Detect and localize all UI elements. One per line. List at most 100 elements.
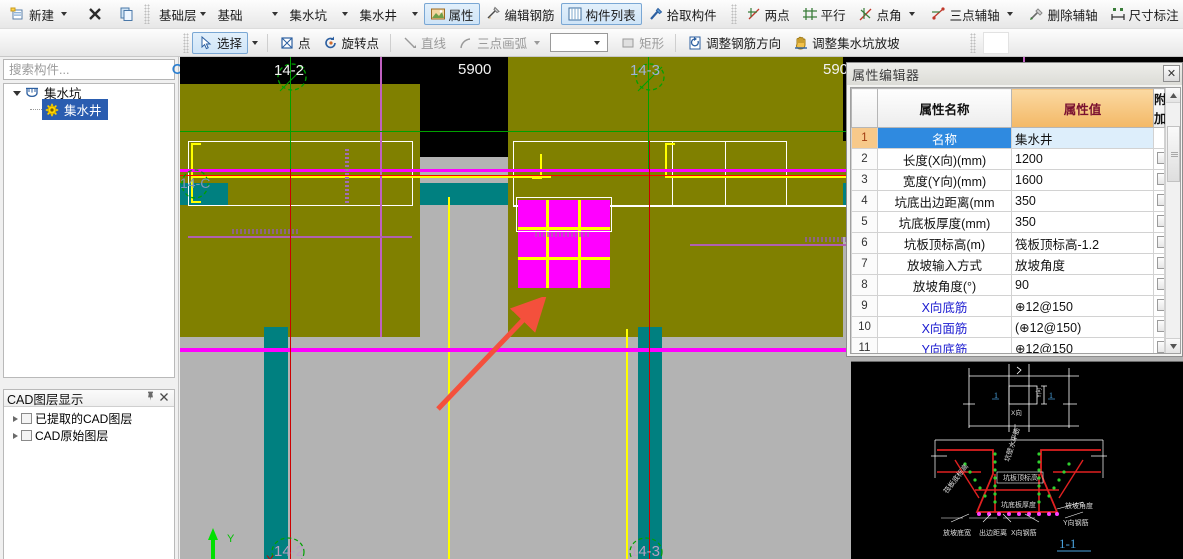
table-row[interactable]: 1 名称 集水井 bbox=[851, 127, 1165, 149]
row-value[interactable]: 350 bbox=[1011, 190, 1154, 212]
table-row[interactable]: 11 Y向底筋 ⊕12@150 bbox=[851, 337, 1165, 353]
tree-node-selected[interactable]: 集水井 bbox=[42, 99, 108, 120]
chevron-down-icon[interactable] bbox=[409, 5, 422, 23]
search-component-box[interactable] bbox=[3, 59, 186, 80]
row-value[interactable]: ⊕12@150 bbox=[1011, 337, 1154, 353]
component-tree[interactable]: 集水坑 集水井 bbox=[3, 83, 175, 378]
addon-checkbox[interactable] bbox=[1157, 256, 1164, 269]
annot-edge-dist: 出边距离 bbox=[979, 528, 1007, 537]
detail-preview-panel[interactable]: 1 1 X向 Y向 坑板顶标高 坑底板厚度 放坡角度 Y向钢筋 X向钢筋 出边距… bbox=[851, 361, 1183, 559]
adjust-sump-slope-button[interactable]: 调整集水坑放坡 bbox=[787, 32, 906, 54]
addon-checkbox[interactable] bbox=[1157, 214, 1164, 227]
rotate-point-button[interactable]: 旋转点 bbox=[317, 32, 386, 54]
addon-checkbox[interactable] bbox=[1157, 193, 1164, 206]
attribute-button[interactable]: 属性 bbox=[423, 3, 480, 25]
chevron-down-icon[interactable] bbox=[197, 5, 210, 23]
property-grid[interactable]: 属性名称 属性值 附加 1 名称 集水井 2 长度(X向)(mm) 1200 3… bbox=[850, 87, 1181, 354]
row-addon bbox=[1153, 295, 1165, 317]
toolbar-grip[interactable] bbox=[144, 4, 151, 24]
toolbar-grip-4[interactable] bbox=[969, 32, 976, 53]
expand-triangle-icon[interactable] bbox=[13, 432, 18, 439]
combo-floor[interactable]: 基础层 bbox=[153, 4, 212, 24]
edit-rebar-button[interactable]: 编辑钢筋 bbox=[480, 3, 561, 25]
table-row[interactable]: 6 坑板顶标高(m) 筏板顶标高-1.2 bbox=[851, 232, 1165, 254]
combo-component[interactable]: 集水井 bbox=[354, 4, 424, 24]
addon-checkbox[interactable] bbox=[1157, 172, 1164, 185]
toolbar-grip-2[interactable] bbox=[730, 4, 737, 24]
point-angle-button[interactable]: 点角 bbox=[852, 3, 925, 25]
chevron-down-icon[interactable] bbox=[269, 5, 282, 23]
row-value[interactable]: ⊕12@150 bbox=[1011, 295, 1154, 317]
cad-layer-checkbox[interactable] bbox=[21, 413, 32, 424]
close-icon[interactable]: ✕ bbox=[1163, 65, 1180, 82]
row-value[interactable]: 350 bbox=[1011, 211, 1154, 233]
property-editor-titlebar[interactable]: 属性编辑器 ✕ bbox=[847, 63, 1182, 85]
row-value[interactable]: 1600 bbox=[1011, 169, 1154, 191]
tree-node-sump-well[interactable]: 集水井 bbox=[4, 99, 174, 120]
addon-checkbox[interactable] bbox=[1157, 340, 1164, 353]
three-point-arc-button[interactable]: 三点画弧 bbox=[452, 32, 550, 54]
row-name: 坑底出边距离(mm bbox=[877, 190, 1012, 212]
table-row[interactable]: 7 放坡输入方式 放坡角度 bbox=[851, 253, 1165, 275]
row-value[interactable]: (⊕12@150) bbox=[1011, 316, 1154, 338]
addon-checkbox[interactable] bbox=[1157, 277, 1164, 290]
chevron-down-icon[interactable] bbox=[252, 40, 259, 45]
row-value[interactable]: 集水井 bbox=[1011, 127, 1154, 149]
table-row[interactable]: 2 长度(X向)(mm) 1200 bbox=[851, 148, 1165, 170]
select-tool-button[interactable]: 选择 bbox=[192, 31, 249, 54]
row-value[interactable]: 筏板顶标高-1.2 bbox=[1011, 232, 1154, 254]
chevron-down-icon[interactable] bbox=[594, 40, 601, 45]
table-row[interactable]: 8 放坡角度(°) 90 bbox=[851, 274, 1165, 296]
cad-layer-item-extracted[interactable]: 已提取的CAD图层 bbox=[4, 410, 174, 427]
row-value[interactable]: 放坡角度 bbox=[1011, 253, 1154, 275]
chevron-down-icon[interactable] bbox=[339, 5, 352, 23]
toolbar-overflow[interactable] bbox=[982, 31, 1009, 54]
close-icon[interactable] bbox=[157, 390, 171, 406]
table-row[interactable]: 9 X向底筋 ⊕12@150 bbox=[851, 295, 1165, 317]
point-tool-button[interactable]: 点 bbox=[273, 32, 317, 54]
row-name: 宽度(Y向)(mm) bbox=[877, 169, 1012, 191]
search-input[interactable] bbox=[4, 60, 170, 79]
scrollbar-thumb[interactable] bbox=[1167, 126, 1180, 182]
pick-component-button[interactable]: 拾取构件 bbox=[642, 3, 723, 25]
table-row[interactable]: 4 坑底出边距离(mm 350 bbox=[851, 190, 1165, 212]
chevron-down-icon[interactable] bbox=[61, 12, 68, 16]
chevron-down-icon[interactable] bbox=[908, 12, 915, 16]
new-component-button[interactable]: 新建 bbox=[4, 3, 77, 25]
line-tool-button[interactable]: 直线 bbox=[396, 32, 452, 54]
combo-category[interactable]: 基础 bbox=[212, 4, 284, 24]
scroll-up-button[interactable] bbox=[1166, 88, 1180, 103]
row-value[interactable]: 1200 bbox=[1011, 148, 1154, 170]
addon-checkbox[interactable] bbox=[1157, 235, 1164, 248]
delete-button[interactable] bbox=[81, 3, 109, 25]
table-row[interactable]: 3 宽度(Y向)(mm) 1600 bbox=[851, 169, 1165, 191]
three-point-axis-button[interactable]: 三点辅轴 bbox=[925, 3, 1023, 25]
cad-layer-item-original[interactable]: CAD原始图层 bbox=[4, 427, 174, 444]
table-row[interactable]: 5 坑底板厚度(mm) 350 bbox=[851, 211, 1165, 233]
chevron-down-icon[interactable] bbox=[534, 40, 541, 45]
addon-checkbox[interactable] bbox=[1157, 298, 1164, 311]
expand-triangle-icon[interactable] bbox=[13, 415, 18, 422]
component-list-button[interactable]: 构件列表 bbox=[560, 3, 642, 25]
scroll-down-button[interactable] bbox=[1166, 338, 1180, 353]
property-scrollbar[interactable] bbox=[1165, 88, 1180, 353]
delete-aux-axis-button[interactable]: 删除辅轴 bbox=[1023, 3, 1104, 25]
copy-button[interactable] bbox=[113, 3, 141, 25]
style-combo[interactable] bbox=[550, 33, 609, 52]
addon-checkbox[interactable] bbox=[1157, 319, 1164, 332]
adjust-rebar-direction-button[interactable]: 调整钢筋方向 bbox=[681, 32, 787, 54]
chevron-down-icon[interactable] bbox=[1006, 12, 1013, 16]
expand-triangle-icon[interactable] bbox=[10, 88, 24, 98]
cad-layer-checkbox[interactable] bbox=[21, 430, 32, 441]
combo-component-type[interactable]: 集水坑 bbox=[284, 4, 354, 24]
pin-icon[interactable] bbox=[144, 390, 157, 406]
table-row[interactable]: 10 X向面筋 (⊕12@150) bbox=[851, 316, 1165, 338]
two-point-button[interactable]: 两点 bbox=[740, 3, 796, 25]
addon-checkbox[interactable] bbox=[1157, 151, 1164, 164]
toolbar-grip-3[interactable] bbox=[183, 32, 189, 53]
parallel-button[interactable]: 平行 bbox=[796, 3, 852, 25]
annotation-arrow bbox=[436, 297, 547, 411]
dimension-button[interactable]: 尺寸标注 bbox=[1104, 3, 1183, 25]
row-value[interactable]: 90 bbox=[1011, 274, 1154, 296]
rectangle-tool-button[interactable]: 矩形 bbox=[614, 32, 670, 54]
